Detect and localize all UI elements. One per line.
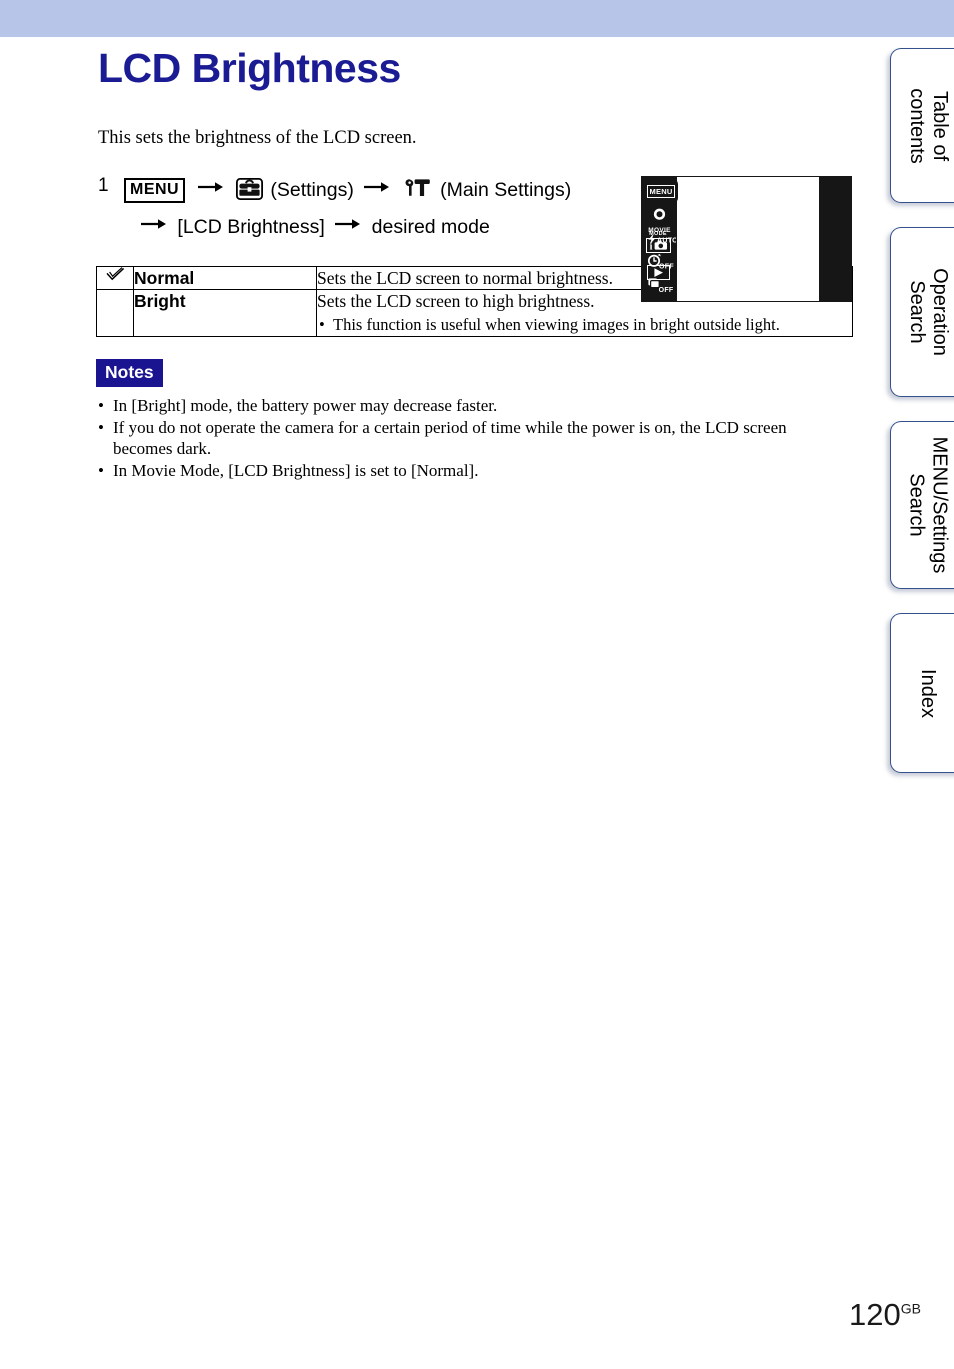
tab-label-line1: MENU/Settings <box>928 436 951 574</box>
menu-chip[interactable]: MENU <box>124 178 186 203</box>
arrow-icon-4 <box>335 209 361 239</box>
arrow-icon-2 <box>364 172 390 202</box>
tab-label: Index <box>916 669 939 718</box>
lcd-mode-label: MODE <box>649 231 667 237</box>
list-item: If you do not operate the camera for a c… <box>96 417 836 459</box>
page-number-value: 120 <box>849 1297 901 1332</box>
option-name: Normal <box>133 266 317 290</box>
step-line-1: MENU (Settings) (Main Settings) <box>122 172 627 209</box>
tab-label-line1: Table of <box>928 90 951 161</box>
side-tab-navigation: Table of contents Operation Search MENU/… <box>880 0 954 1369</box>
tab-label-line2: contents <box>905 87 928 164</box>
step-line-2: [LCD Brightness] desired mode <box>122 209 627 242</box>
default-check-cell <box>96 289 134 337</box>
sidebar-item-operation-search[interactable]: Operation Search <box>890 227 954 397</box>
option-description-sub: This function is useful when viewing ima… <box>317 314 852 336</box>
settings-label: (Settings) <box>270 179 354 201</box>
list-item: In Movie Mode, [LCD Brightness] is set t… <box>96 460 836 481</box>
tab-label-line1: Index <box>917 668 939 718</box>
default-check-cell <box>96 266 134 290</box>
main-settings-label: (Main Settings) <box>440 179 572 201</box>
notes-section: Notes In [Bright] mode, the battery powe… <box>96 337 858 481</box>
intro-paragraph: This sets the brightness of the LCD scre… <box>98 128 417 148</box>
option-description-text: Sets the LCD screen to high brightness. <box>317 291 595 311</box>
sidebar-item-table-of-contents[interactable]: Table of contents <box>890 48 954 203</box>
checkmark-icon <box>105 267 124 281</box>
arrow-icon-3 <box>141 209 167 239</box>
step-number: 1 <box>98 175 109 196</box>
tab-label: Operation Search <box>905 268 951 356</box>
arrow-icon-1 <box>197 172 224 202</box>
svg-text:i: i <box>649 241 652 251</box>
lcd-menu-button[interactable]: MENU <box>644 179 678 203</box>
notes-list: In [Bright] mode, the battery power may … <box>96 395 836 481</box>
step-lines: MENU (Settings) (Main Settings) [LCD Bri… <box>122 172 627 242</box>
page-number-suffix: GB <box>900 1300 921 1317</box>
sidebar-item-menu-settings-search[interactable]: MENU/Settings Search <box>890 421 954 589</box>
lcd-mode-button[interactable]: MODE i <box>642 231 674 256</box>
tab-label: MENU/Settings Search <box>905 437 951 574</box>
option-name: Bright <box>133 289 317 337</box>
list-item: In [Bright] mode, the battery power may … <box>96 395 836 416</box>
notes-badge: Notes <box>96 359 163 387</box>
svg-text:OFF: OFF <box>658 287 673 293</box>
lcd-menu-button-label: MENU <box>646 184 676 198</box>
bracket-item-label: [LCD Brightness] <box>177 216 325 238</box>
page-number: 120GB <box>849 1298 921 1331</box>
desired-mode-label: desired mode <box>371 216 490 238</box>
tab-label-line2: Search <box>905 280 928 344</box>
lcd-mode-icon: i <box>645 238 671 253</box>
lcd-screen-illustration: MENU MOVIE AUTO OFF OFF MODE i <box>641 176 852 302</box>
tab-label: Table of contents <box>905 88 951 164</box>
lcd-playback-icon <box>646 265 670 280</box>
settings-toolbox-icon <box>235 177 263 209</box>
top-banner <box>0 0 954 37</box>
sidebar-item-index[interactable]: Index <box>890 613 954 773</box>
lcd-live-view-area <box>677 177 819 301</box>
tab-label-line2: Search <box>905 473 928 537</box>
tab-label-line1: Operation <box>928 268 951 356</box>
lcd-playback-button[interactable] <box>642 265 674 283</box>
option-description-text: Sets the LCD screen to normal brightness… <box>317 268 613 288</box>
page-title: LCD Brightness <box>98 45 401 91</box>
main-settings-tools-icon <box>403 178 433 209</box>
lcd-right-column <box>819 177 851 301</box>
